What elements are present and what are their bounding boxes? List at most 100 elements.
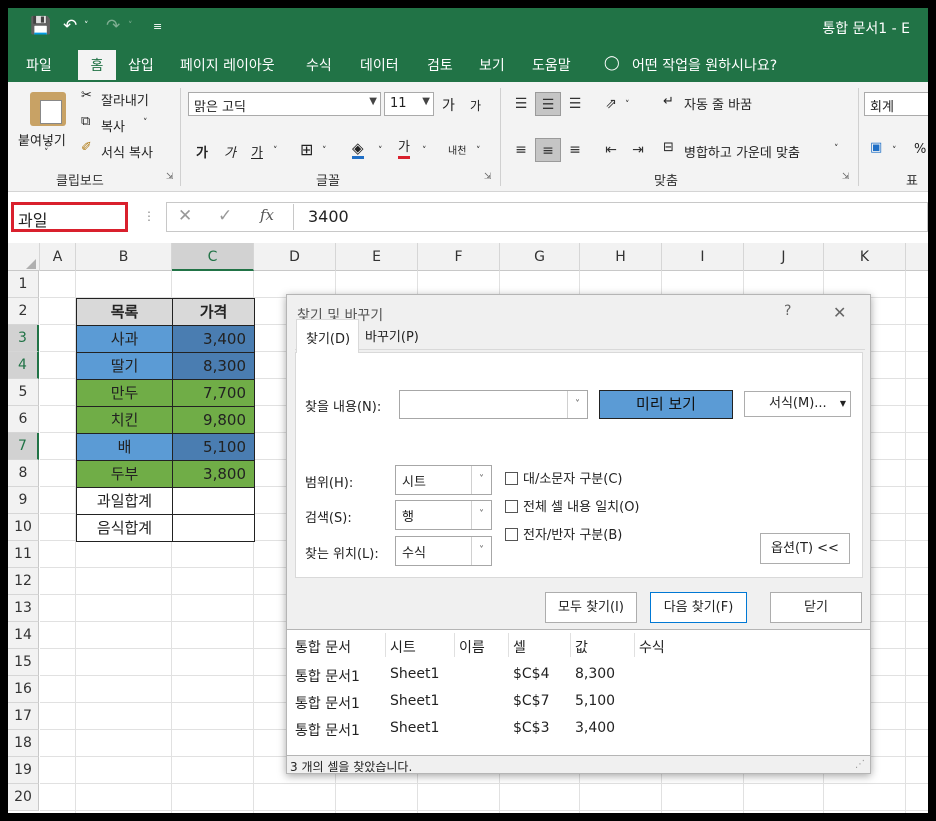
item-name-cell[interactable]: 딸기: [76, 352, 173, 380]
column-header-h[interactable]: H: [580, 243, 662, 271]
align-left-icon[interactable]: ≡: [508, 138, 534, 162]
phonetic-dropdown-icon[interactable]: ˅: [476, 146, 481, 156]
more-options-icon[interactable]: ⋮: [143, 209, 155, 223]
item-name-cell[interactable]: 치킨: [76, 406, 173, 434]
save-icon[interactable]: 💾: [30, 16, 51, 36]
results-column-header[interactable]: 셀: [513, 637, 526, 657]
results-column-header[interactable]: 시트: [390, 637, 416, 657]
column-header-i[interactable]: I: [662, 243, 744, 271]
redo-icon[interactable]: ↷: [106, 16, 120, 36]
row-header[interactable]: 15: [8, 649, 39, 676]
total-value-cell[interactable]: [172, 487, 255, 515]
tab-insert[interactable]: 삽입: [128, 55, 154, 75]
tab-view[interactable]: 보기: [479, 55, 505, 75]
align-top-icon[interactable]: ☰: [508, 92, 534, 116]
format-painter-button[interactable]: 서식 복사: [101, 142, 153, 161]
match-entire-cell-checkbox[interactable]: 전체 셀 내용 일치(O): [505, 496, 640, 515]
insert-function-button[interactable]: fx: [260, 206, 274, 224]
formula-input[interactable]: [166, 202, 928, 232]
tab-file[interactable]: 파일: [26, 55, 52, 75]
redo-dropdown-icon[interactable]: ˅: [128, 21, 133, 31]
clipboard-launcher-icon[interactable]: ⇲: [166, 172, 174, 182]
fill-color-icon[interactable]: ◈: [352, 140, 364, 159]
column-header-c[interactable]: C: [172, 243, 254, 271]
row-header[interactable]: 20: [8, 784, 39, 811]
wrap-text-icon[interactable]: ↵: [663, 94, 674, 109]
italic-button[interactable]: 가: [224, 142, 236, 161]
search-order-select[interactable]: 행 ˅: [395, 500, 492, 530]
merge-center-button[interactable]: 병합하고 가운데 맞춤: [684, 142, 800, 161]
results-column-header[interactable]: 이름: [459, 637, 485, 657]
row-header[interactable]: 5: [8, 379, 39, 406]
font-size-combo[interactable]: 11 ▼: [384, 92, 434, 116]
column-header-b[interactable]: B: [76, 243, 172, 271]
row-header[interactable]: 1: [8, 271, 39, 298]
item-price-cell[interactable]: 5,100: [172, 433, 255, 461]
orientation-dropdown-icon[interactable]: ˅: [625, 100, 630, 110]
total-label-cell[interactable]: 과일합계: [76, 487, 173, 515]
number-format-combo[interactable]: 회계: [864, 92, 928, 116]
border-icon[interactable]: ⊞: [300, 140, 313, 159]
align-bottom-icon[interactable]: ☰: [562, 92, 588, 116]
row-header[interactable]: 11: [8, 541, 39, 568]
find-what-input[interactable]: ˅: [399, 390, 588, 419]
item-name-cell[interactable]: 배: [76, 433, 173, 461]
tab-formulas[interactable]: 수식: [306, 55, 332, 75]
cancel-icon[interactable]: ✕: [178, 206, 192, 226]
match-case-checkbox[interactable]: 대/소문자 구분(C): [505, 468, 623, 487]
orientation-icon[interactable]: ⇗: [598, 92, 624, 116]
column-header-d[interactable]: D: [254, 243, 336, 271]
row-header[interactable]: 7: [8, 433, 39, 460]
item-price-cell[interactable]: 3,400: [172, 325, 255, 353]
decrease-indent-icon[interactable]: ⇤: [598, 138, 624, 162]
match-byte-checkbox[interactable]: 전자/반자 구분(B): [505, 524, 622, 543]
results-column-header[interactable]: 수식: [639, 637, 665, 657]
close-button[interactable]: 닫기: [770, 592, 862, 623]
tab-home[interactable]: 홈: [78, 50, 116, 82]
align-center-icon[interactable]: ≡: [535, 138, 561, 162]
row-header[interactable]: 16: [8, 676, 39, 703]
help-button[interactable]: ?: [784, 303, 791, 319]
results-column-header[interactable]: 값: [575, 637, 588, 657]
bold-button[interactable]: 가: [196, 142, 208, 161]
row-header[interactable]: 4: [8, 352, 39, 379]
row-header[interactable]: 17: [8, 703, 39, 730]
preview-button[interactable]: 미리 보기: [599, 390, 733, 419]
wrap-text-button[interactable]: 자동 줄 바꿈: [684, 94, 752, 113]
font-name-combo[interactable]: 맑은 고딕 ▼: [188, 92, 381, 116]
item-price-cell[interactable]: 8,300: [172, 352, 255, 380]
item-price-cell[interactable]: 7,700: [172, 379, 255, 407]
paste-icon[interactable]: [30, 92, 66, 126]
accounting-dropdown-icon[interactable]: ˅: [892, 146, 897, 156]
merge-dropdown-icon[interactable]: ˅: [834, 144, 839, 154]
tab-find[interactable]: 찾기(D): [296, 319, 359, 353]
copy-icon[interactable]: ⧉: [81, 114, 90, 129]
format-painter-icon[interactable]: ✐: [81, 140, 92, 155]
enter-icon[interactable]: ✓: [218, 206, 232, 226]
tab-data[interactable]: 데이터: [360, 55, 399, 75]
tab-review[interactable]: 검토: [427, 55, 453, 75]
font-color-dropdown-icon[interactable]: ˅: [422, 146, 427, 156]
undo-dropdown-icon[interactable]: ˅: [84, 21, 89, 31]
row-header[interactable]: 9: [8, 487, 39, 514]
alignment-launcher-icon[interactable]: ⇲: [842, 172, 850, 182]
name-box[interactable]: 과일: [11, 202, 128, 232]
total-label-cell[interactable]: 음식합계: [76, 514, 173, 542]
font-color-button[interactable]: 가: [398, 140, 410, 159]
phonetic-button[interactable]: 내천: [448, 142, 466, 157]
row-header[interactable]: 10: [8, 514, 39, 541]
shrink-font-button[interactable]: 가: [470, 97, 481, 114]
paste-dropdown-icon[interactable]: ˅: [44, 148, 49, 158]
tab-page-layout[interactable]: 페이지 레이아웃: [180, 55, 275, 75]
row-header[interactable]: 19: [8, 757, 39, 784]
align-middle-icon[interactable]: ☰: [535, 92, 561, 116]
find-all-button[interactable]: 모두 찾기(I): [545, 592, 637, 623]
find-next-button[interactable]: 다음 찾기(F): [650, 592, 747, 623]
item-price-cell[interactable]: 3,800: [172, 460, 255, 488]
cut-icon[interactable]: ✂: [81, 88, 92, 103]
result-row[interactable]: 통합 문서1 Sheet1 $C$3 3,400: [287, 716, 870, 742]
column-header-a[interactable]: A: [40, 243, 76, 271]
table-header[interactable]: 목록: [76, 298, 173, 326]
copy-button[interactable]: 복사: [101, 116, 125, 135]
resize-grip-icon[interactable]: ⋰: [855, 759, 865, 770]
